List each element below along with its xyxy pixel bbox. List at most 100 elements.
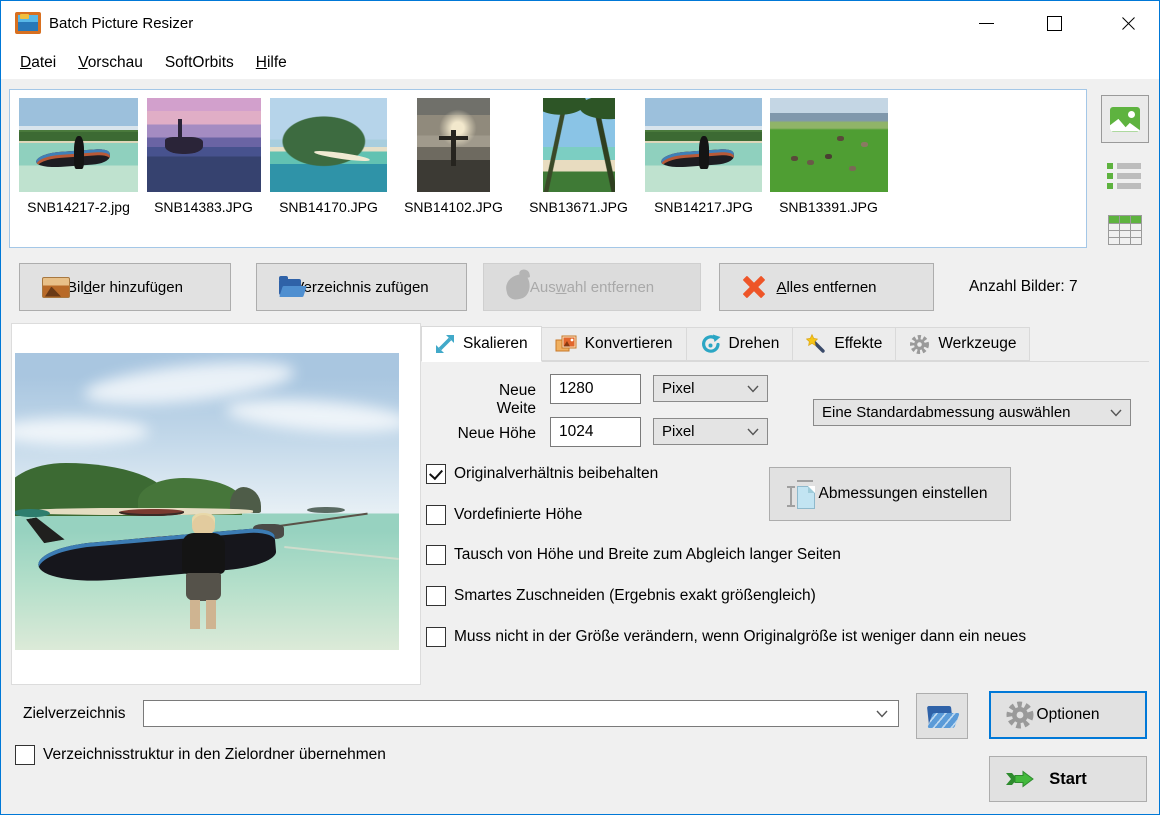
checkbox-keep-ratio[interactable]: Originalverhältnis beibehalten	[426, 464, 658, 484]
select-value: Eine Standardabmessung auswählen	[822, 404, 1071, 421]
minimize-button[interactable]	[963, 1, 1009, 46]
thumbnail-image	[147, 98, 261, 192]
checkbox-box	[426, 464, 446, 484]
target-dir-combobox[interactable]	[143, 700, 899, 727]
thumbnail-filename: SNB14217.JPG	[654, 199, 753, 215]
width-label: Neue Weite	[456, 382, 536, 418]
add-images-button[interactable]: Bilder hinzufügen	[19, 263, 231, 311]
list-item[interactable]: SNB13391.JPG	[768, 98, 889, 247]
remove-selection-icon	[504, 273, 532, 301]
menu-datei[interactable]: Datei	[11, 50, 65, 76]
thumbnail-filename: SNB14217-2.jpg	[27, 199, 130, 215]
tab-drehen[interactable]: Drehen	[687, 327, 794, 361]
checkbox-predefined-height[interactable]: Vordefinierte Höhe	[426, 505, 582, 525]
select-value: Pixel	[662, 423, 695, 440]
checkbox-box	[426, 627, 446, 647]
tab-label: Drehen	[729, 335, 780, 353]
button-label: Abmessungen einstellen	[819, 485, 988, 503]
measure-icon	[788, 479, 816, 509]
tab-skalieren[interactable]: Skalieren	[421, 326, 542, 362]
list-item[interactable]: SNB13671.JPG	[518, 98, 639, 247]
label-key: V	[78, 54, 87, 71]
close-button[interactable]	[1105, 1, 1151, 46]
thumbnail-image	[645, 98, 762, 192]
close-icon	[1121, 16, 1136, 31]
thumbnail-image	[19, 98, 138, 192]
checkbox-swap-sides[interactable]: Tausch von Höhe und Breite zum Abgleich …	[426, 545, 841, 565]
thumbnail-image	[543, 98, 615, 192]
target-dir-label: Zielverzeichnis	[23, 705, 126, 723]
remove-all-icon	[742, 275, 766, 299]
preview-image	[15, 353, 399, 650]
width-input[interactable]	[550, 374, 641, 404]
list-item[interactable]: SNB14102.JPG	[393, 98, 514, 247]
menu-softorbits[interactable]: SoftOrbits	[156, 50, 243, 76]
checkbox-label: Tausch von Höhe und Breite zum Abgleich …	[454, 546, 841, 564]
label-rest: orschau	[88, 54, 143, 71]
button-label: Alles entfernen	[776, 279, 876, 296]
remove-all-button[interactable]: Alles entfernen	[719, 263, 934, 311]
list-item[interactable]: SNB14217.JPG	[643, 98, 764, 247]
maximize-button[interactable]	[1031, 1, 1077, 46]
width-unit-select[interactable]: Pixel	[653, 375, 768, 402]
list-item[interactable]: SNB14383.JPG	[143, 98, 264, 247]
image-list-panel: SNB14217-2.jpg SNB14383.JPG SNB14170.JPG…	[9, 89, 1087, 248]
preset-dimension-select[interactable]: Eine Standardabmessung auswählen	[813, 399, 1131, 426]
add-folder-button[interactable]: Verzeichnis zufügen	[256, 263, 467, 311]
tab-label: Skalieren	[463, 335, 528, 353]
list-view-button[interactable]	[1107, 158, 1145, 194]
button-label: Verzeichnis zufügen	[294, 279, 428, 296]
checkbox-label: Originalverhältnis beibehalten	[454, 465, 658, 483]
image-count-label: Anzahl Bilder: 7	[969, 263, 1078, 311]
options-button[interactable]: Optionen	[989, 691, 1147, 739]
thumbnail-image	[417, 98, 490, 192]
thumbnail-filename: SNB14102.JPG	[404, 199, 503, 215]
thumbnail-filename: SNB13391.JPG	[779, 199, 878, 215]
table-view-button[interactable]	[1108, 215, 1142, 245]
chevron-down-icon	[747, 428, 759, 436]
checkbox-label: Muss nicht in der Größe verändern, wenn …	[454, 628, 1026, 646]
checkbox-smart-crop[interactable]: Smartes Zuschneiden (Ergebnis exakt größ…	[426, 586, 816, 606]
checkbox-label: Vordefinierte Höhe	[454, 506, 582, 524]
thumbnail-view-button[interactable]	[1101, 95, 1149, 143]
tab-label: Konvertieren	[585, 335, 673, 353]
browse-folder-button[interactable]	[916, 693, 968, 739]
label-key: H	[256, 54, 267, 71]
tab-label: Effekte	[834, 335, 882, 353]
maximize-icon	[1047, 16, 1062, 31]
magic-wand-icon	[806, 334, 826, 354]
checkbox-keep-structure[interactable]: Verzeichnisstruktur in den Zielordner üb…	[15, 745, 386, 765]
checkbox-box	[15, 745, 35, 765]
label-rest: atei	[31, 54, 56, 71]
menu-vorschau[interactable]: Vorschau	[69, 50, 152, 76]
add-images-icon	[42, 277, 70, 298]
start-button[interactable]: Start	[989, 756, 1147, 802]
gear-icon	[1005, 700, 1035, 730]
tab-konvertieren[interactable]: Konvertieren	[542, 327, 687, 361]
list-item[interactable]: SNB14217-2.jpg	[18, 98, 139, 247]
checkbox-box	[426, 505, 446, 525]
minimize-icon	[979, 23, 994, 24]
tab-label: Werkzeuge	[938, 335, 1016, 353]
scale-arrows-icon	[435, 334, 455, 354]
rotate-icon	[700, 334, 721, 355]
chevron-down-icon	[747, 385, 759, 393]
list-item[interactable]: SNB14170.JPG	[268, 98, 389, 247]
tab-effekte[interactable]: Effekte	[793, 327, 896, 361]
list-view-icon	[1107, 163, 1145, 169]
convert-photos-icon	[555, 334, 577, 354]
checkbox-no-upscale[interactable]: Muss nicht in der Größe verändern, wenn …	[426, 627, 1026, 647]
thumbnail-image	[270, 98, 387, 192]
thumbnail-filename: SNB14170.JPG	[279, 199, 378, 215]
label-rest: ilfe	[267, 54, 287, 71]
thumbnail-filename: SNB13671.JPG	[529, 199, 628, 215]
window-title: Batch Picture Resizer	[49, 1, 193, 46]
height-label: Neue Höhe	[456, 425, 536, 443]
height-input[interactable]	[550, 417, 641, 447]
tab-werkzeuge[interactable]: Werkzeuge	[896, 327, 1030, 361]
menu-hilfe[interactable]: Hilfe	[247, 50, 296, 76]
checkbox-label: Verzeichnisstruktur in den Zielordner üb…	[43, 746, 386, 764]
tab-bar: Skalieren Konvertieren Drehen Effekte We…	[421, 326, 1149, 362]
set-dimensions-button[interactable]: Abmessungen einstellen	[769, 467, 1011, 521]
height-unit-select[interactable]: Pixel	[653, 418, 768, 445]
